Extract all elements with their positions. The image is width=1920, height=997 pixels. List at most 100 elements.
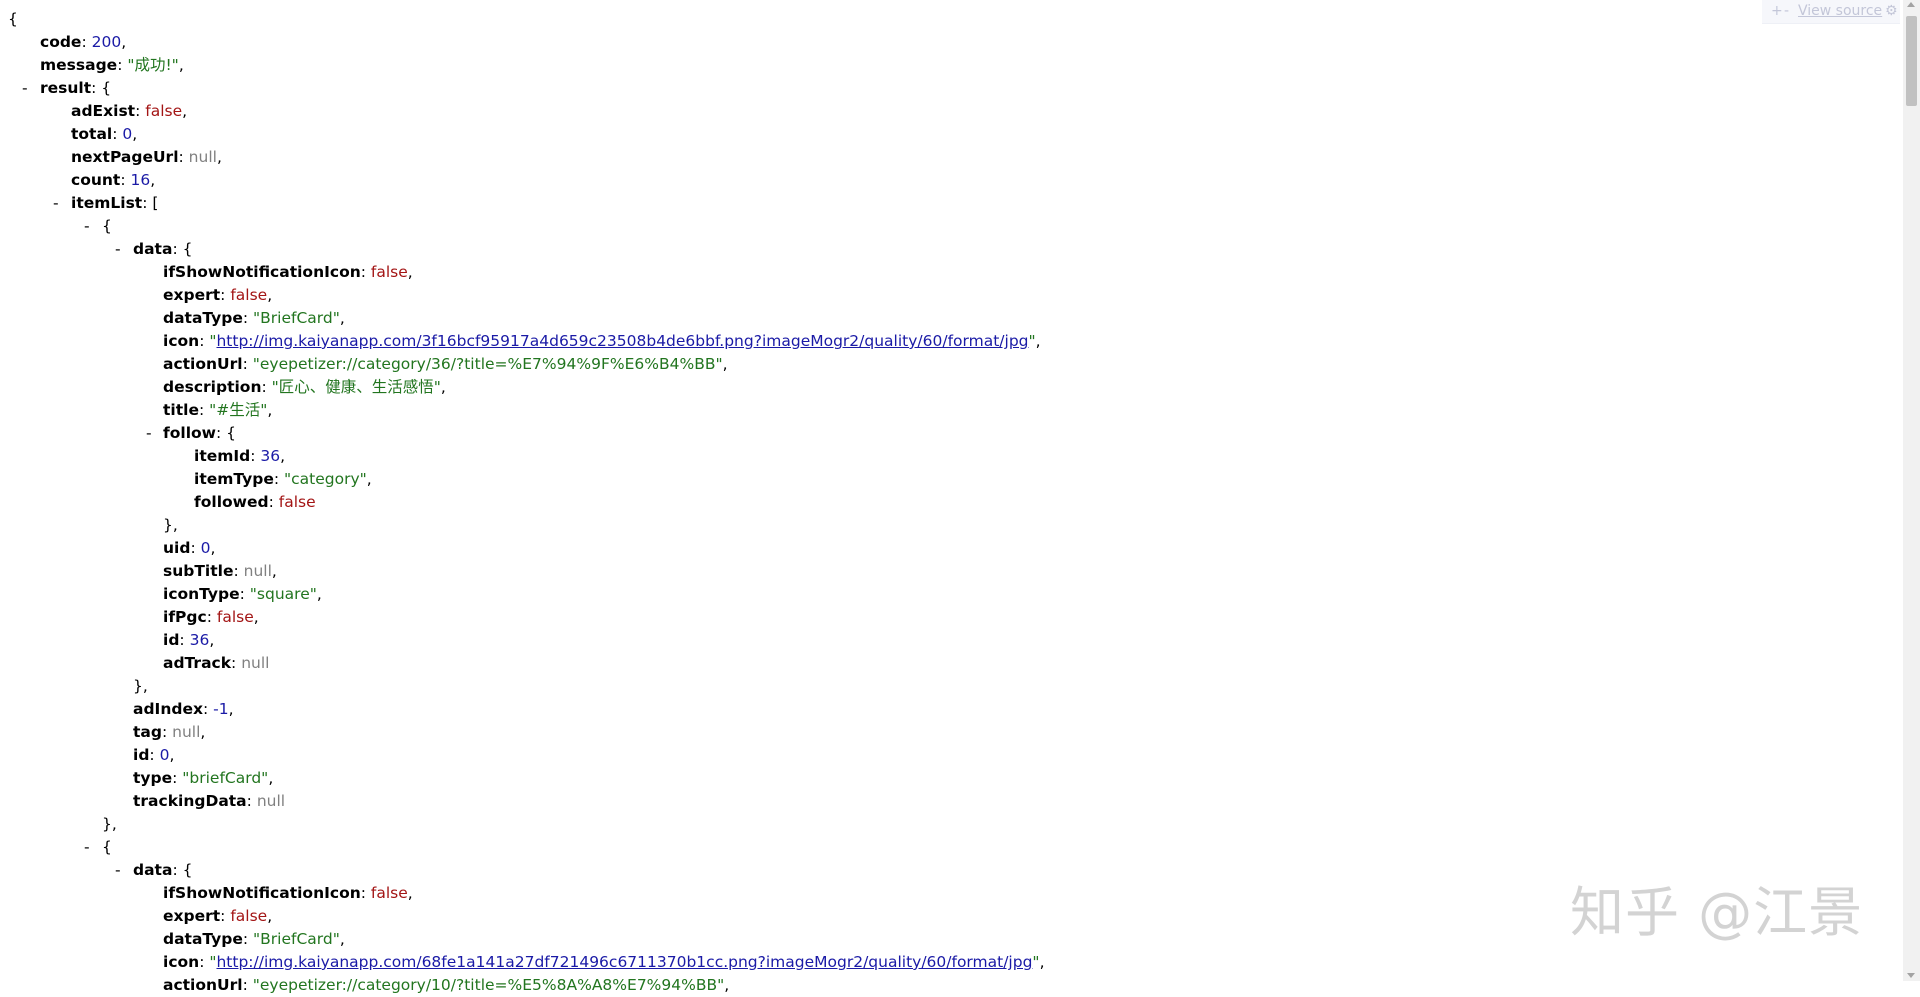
- json-value: -1: [213, 700, 229, 718]
- json-key: actionUrl: [163, 976, 243, 994]
- collapse-toggle[interactable]: -: [115, 238, 121, 261]
- json-key: itemId: [194, 447, 251, 465]
- json-line: icon: "http://img.kaiyanapp.com/68fe1a14…: [163, 953, 1045, 971]
- json-line: ifPgc: false,: [163, 608, 259, 626]
- json-line: -{: [0, 836, 1895, 859]
- json-value: 16: [130, 171, 151, 189]
- scrollbar-thumb[interactable]: [1906, 16, 1917, 106]
- json-value: null: [241, 654, 270, 672]
- json-key: count: [71, 171, 121, 189]
- json-line: itemId: 36,: [194, 447, 286, 465]
- json-key: data: [133, 240, 173, 258]
- json-value: "匠心、健康、生活感悟": [271, 378, 441, 396]
- json-value: null: [172, 723, 201, 741]
- json-line: id: 36,: [163, 631, 215, 649]
- json-key: result: [40, 79, 92, 97]
- collapse-toggle[interactable]: -: [115, 859, 121, 882]
- json-key: trackingData: [133, 792, 247, 810]
- json-line: actionUrl: "eyepetizer://category/36/?ti…: [163, 355, 728, 373]
- json-line: description: "匠心、健康、生活感悟",: [163, 378, 446, 396]
- json-line: trackingData: null: [133, 792, 286, 810]
- json-key: tag: [133, 723, 162, 741]
- json-key: iconType: [163, 585, 240, 603]
- json-key: ifPgc: [163, 608, 207, 626]
- json-value: "BriefCard": [253, 309, 340, 327]
- json-line: icon: "http://img.kaiyanapp.com/3f16bcf9…: [163, 332, 1041, 350]
- icon-url-link[interactable]: http://img.kaiyanapp.com/3f16bcf95917a4d…: [216, 332, 1028, 350]
- json-line: count: 16,: [71, 171, 156, 189]
- json-value: false: [230, 286, 268, 304]
- collapse-toggle[interactable]: -: [146, 422, 152, 445]
- json-key: message: [40, 56, 118, 74]
- json-value: 0: [122, 125, 133, 143]
- json-value: "briefCard": [182, 769, 269, 787]
- json-line: itemType: "category",: [194, 470, 372, 488]
- zhihu-watermark: 知乎 @江景: [1570, 881, 1864, 944]
- collapse-toggle[interactable]: -: [84, 215, 90, 238]
- json-key: itemType: [194, 470, 274, 488]
- json-line: followed: false: [194, 493, 316, 511]
- json-key: ifShowNotificationIcon: [163, 884, 361, 902]
- json-line: type: "briefCard",: [133, 769, 274, 787]
- json-key: data: [133, 861, 173, 879]
- collapse-toggle[interactable]: -: [53, 192, 59, 215]
- json-key: uid: [163, 539, 191, 557]
- json-value: null: [188, 148, 217, 166]
- json-value: null: [243, 562, 272, 580]
- collapse-toggle[interactable]: -: [22, 77, 28, 100]
- json-key: followed: [194, 493, 269, 511]
- json-key: nextPageUrl: [71, 148, 179, 166]
- json-key: total: [71, 125, 113, 143]
- json-line: expert: false,: [163, 286, 273, 304]
- vertical-scrollbar[interactable]: [1903, 0, 1920, 981]
- json-line: },: [163, 516, 178, 534]
- json-line: adExist: false,: [71, 102, 188, 120]
- json-line: id: 0,: [133, 746, 175, 764]
- json-value: "eyepetizer://category/36/?title=%E7%94%…: [252, 355, 723, 373]
- json-line: actionUrl: "eyepetizer://category/10/?ti…: [163, 976, 730, 994]
- scroll-down-arrow-icon[interactable]: [1907, 973, 1915, 978]
- json-key: type: [133, 769, 173, 787]
- json-key: code: [40, 33, 82, 51]
- json-value: 0: [200, 539, 211, 557]
- json-value: 36: [260, 447, 281, 465]
- json-value: "BriefCard": [253, 930, 340, 948]
- json-key: id: [133, 746, 150, 764]
- json-line: adTrack: null: [163, 654, 270, 672]
- scroll-up-arrow-icon[interactable]: [1907, 2, 1915, 7]
- json-value: false: [278, 493, 316, 511]
- json-key: ifShowNotificationIcon: [163, 263, 361, 281]
- json-key: title: [163, 401, 199, 419]
- json-line: ifShowNotificationIcon: false,: [163, 263, 413, 281]
- icon-url-link[interactable]: http://img.kaiyanapp.com/68fe1a141a27df7…: [216, 953, 1032, 971]
- collapse-toggle[interactable]: -: [84, 836, 90, 859]
- json-key: adTrack: [163, 654, 232, 672]
- json-key: icon: [163, 953, 200, 971]
- json-value: false: [145, 102, 183, 120]
- json-line: subTitle: null,: [163, 562, 277, 580]
- json-key: adIndex: [133, 700, 203, 718]
- json-key: subTitle: [163, 562, 234, 580]
- json-line: - data: {: [0, 238, 1895, 261]
- root-open-brace: {: [8, 10, 18, 28]
- json-line: - follow: {: [0, 422, 1895, 445]
- json-value: 200: [91, 33, 122, 51]
- json-line: title: "#生活",: [163, 401, 273, 419]
- json-line: message: "成功!",: [40, 56, 184, 74]
- json-value: "#生活": [209, 401, 268, 419]
- json-line: iconType: "square",: [163, 585, 322, 603]
- json-key: follow: [163, 424, 216, 442]
- json-key: expert: [163, 286, 221, 304]
- json-line: },: [133, 677, 148, 695]
- json-line: tag: null,: [133, 723, 206, 741]
- json-line: uid: 0,: [163, 539, 216, 557]
- json-line: adIndex: -1,: [133, 700, 234, 718]
- json-key: id: [163, 631, 180, 649]
- json-key: icon: [163, 332, 200, 350]
- json-value: "square": [249, 585, 317, 603]
- json-line: {: [0, 8, 1895, 31]
- json-line: dataType: "BriefCard",: [163, 309, 345, 327]
- json-value: false: [370, 263, 408, 281]
- json-value: false: [370, 884, 408, 902]
- json-value: 0: [159, 746, 170, 764]
